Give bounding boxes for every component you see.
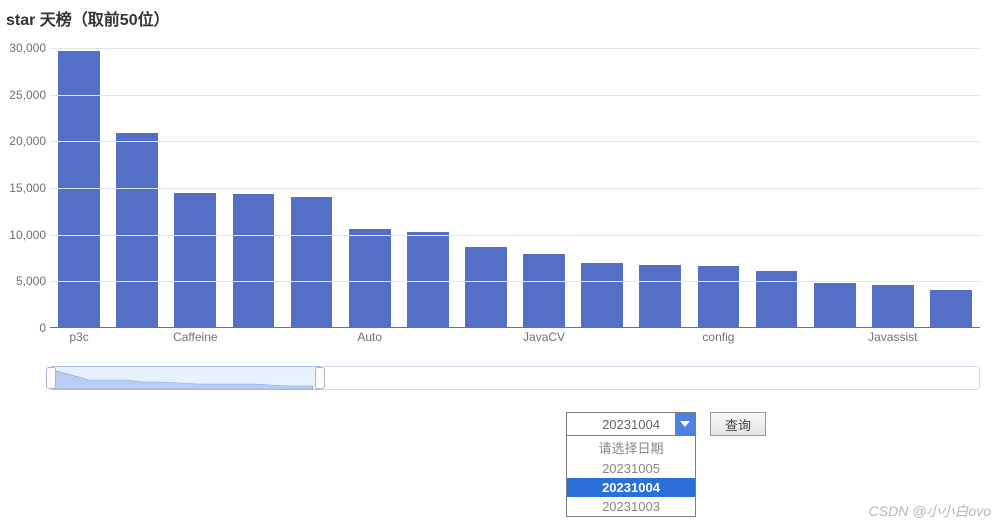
chart-area: 05,00010,00015,00020,00025,00030,000 p3c… xyxy=(50,48,980,338)
bar[interactable] xyxy=(930,290,972,327)
date-dropdown[interactable]: 请选择日期202310052023100420231003 xyxy=(566,435,696,517)
y-tick-label: 25,000 xyxy=(0,88,46,102)
grid-line xyxy=(50,188,980,189)
bar[interactable] xyxy=(174,193,216,327)
y-tick-label: 15,000 xyxy=(0,181,46,195)
plot-area xyxy=(50,48,980,328)
bar[interactable] xyxy=(116,133,158,327)
bar[interactable] xyxy=(814,283,856,327)
watermark: CSDN @小小白ovo xyxy=(869,501,991,521)
x-tick-label xyxy=(631,330,689,344)
x-tick-label xyxy=(224,330,282,344)
controls: 20231004 请选择日期202310052023100420231003 查… xyxy=(566,412,766,436)
y-tick-label: 5,000 xyxy=(0,274,46,288)
dropdown-option[interactable]: 20231003 xyxy=(567,497,695,516)
bar[interactable] xyxy=(233,194,275,327)
x-tick-label: Javassist xyxy=(864,330,922,344)
x-tick-label xyxy=(573,330,631,344)
dropdown-option[interactable]: 20231005 xyxy=(567,459,695,478)
x-tick-label: Caffeine xyxy=(166,330,224,344)
bar[interactable] xyxy=(872,285,914,327)
data-zoom-slider[interactable] xyxy=(50,366,980,390)
dropdown-placeholder: 请选择日期 xyxy=(567,436,695,459)
zoom-window[interactable] xyxy=(51,366,320,390)
y-tick-label: 0 xyxy=(0,321,46,335)
x-tick-label xyxy=(457,330,515,344)
zoom-handle-right[interactable] xyxy=(315,367,325,389)
bar[interactable] xyxy=(465,247,507,327)
grid-line xyxy=(50,235,980,236)
bar[interactable] xyxy=(698,266,740,327)
bar[interactable] xyxy=(581,263,623,327)
date-select-box[interactable]: 20231004 xyxy=(566,412,696,436)
x-tick-label: p3c xyxy=(50,330,108,344)
query-button[interactable]: 查询 xyxy=(710,412,766,436)
x-tick-label xyxy=(748,330,806,344)
dropdown-option[interactable]: 20231004 xyxy=(567,478,695,497)
bar[interactable] xyxy=(291,197,333,327)
bar[interactable] xyxy=(407,232,449,327)
x-tick-label: Auto xyxy=(341,330,399,344)
bar[interactable] xyxy=(639,265,681,327)
y-tick-label: 30,000 xyxy=(0,41,46,55)
y-axis: 05,00010,00015,00020,00025,00030,000 xyxy=(0,48,46,328)
x-tick-label: config xyxy=(689,330,747,344)
bar[interactable] xyxy=(349,229,391,327)
x-tick-label: JavaCV xyxy=(515,330,573,344)
y-tick-label: 20,000 xyxy=(0,134,46,148)
bar[interactable] xyxy=(523,254,565,327)
x-tick-label xyxy=(806,330,864,344)
grid-line xyxy=(50,141,980,142)
bar[interactable] xyxy=(756,271,798,327)
grid-line xyxy=(50,281,980,282)
x-tick-label xyxy=(283,330,341,344)
x-tick-label xyxy=(399,330,457,344)
grid-line xyxy=(50,48,980,49)
x-tick-label xyxy=(922,330,980,344)
zoom-handle-left[interactable] xyxy=(46,367,56,389)
page-title: star 天榜（取前50位） xyxy=(0,0,1001,30)
y-tick-label: 10,000 xyxy=(0,228,46,242)
date-select-value: 20231004 xyxy=(602,417,660,432)
x-axis: p3c Caffeine Auto JavaCV config Javassist xyxy=(50,330,980,344)
chevron-down-icon[interactable] xyxy=(675,413,695,435)
x-tick-label xyxy=(108,330,166,344)
grid-line xyxy=(50,95,980,96)
date-select[interactable]: 20231004 请选择日期202310052023100420231003 xyxy=(566,412,696,436)
